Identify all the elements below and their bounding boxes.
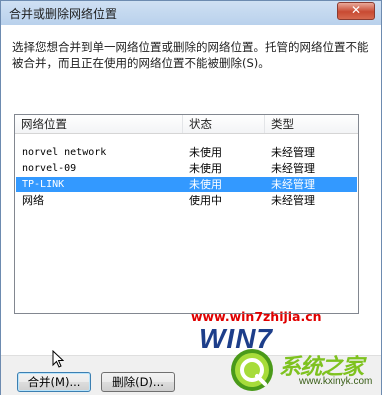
network-location-list[interactable]: 网络位置 状态 类型 norvel network 未使用 未经管理 norve… xyxy=(14,114,359,314)
location-type: 未经管理 xyxy=(271,194,315,207)
list-row-tp-link[interactable]: TP-LINK 未使用 未经管理 xyxy=(16,177,357,192)
list-row-norvel-09[interactable]: norvel-09 未使用 未经管理 xyxy=(16,161,357,176)
dialog-body: 选择您想合并到单一网络位置或删除的网络位置。托管的网络位置不能被合并，而且正在使… xyxy=(1,25,381,395)
location-name: norvel network xyxy=(22,147,107,158)
location-status: 未使用 xyxy=(189,162,222,175)
close-button[interactable]: ✕ xyxy=(337,2,375,20)
location-type: 未经管理 xyxy=(271,178,315,191)
mouse-pointer-icon xyxy=(52,350,64,368)
location-type: 未经管理 xyxy=(271,146,315,159)
watermark-url: www.win7zhijia.cn xyxy=(191,309,322,324)
location-status: 未使用 xyxy=(189,146,222,159)
location-status: 使用中 xyxy=(189,194,222,207)
instruction-text: 选择您想合并到单一网络位置或删除的网络位置。托管的网络位置不能被合并，而且正在使… xyxy=(12,40,369,70)
title-bar[interactable]: 合并或删除网络位置 ✕ xyxy=(1,1,381,25)
list-row-network[interactable]: 网络 使用中 未经管理 xyxy=(16,193,357,208)
column-header-status[interactable]: 状态 xyxy=(183,115,265,133)
dialog-window: 合并或删除网络位置 ✕ 选择您想合并到单一网络位置或删除的网络位置。托管的网络位… xyxy=(0,0,382,395)
watermark-logo-icon xyxy=(231,349,273,391)
watermark-site-url: www.kxinyk.com xyxy=(299,376,373,387)
location-name: norvel-09 xyxy=(22,163,77,174)
column-header-location[interactable]: 网络位置 xyxy=(15,115,183,133)
merge-button[interactable]: 合并(M)... xyxy=(17,372,91,392)
location-status: 未使用 xyxy=(189,178,222,191)
location-type: 未经管理 xyxy=(271,162,315,175)
location-name: TP-LINK xyxy=(22,179,65,190)
close-icon: ✕ xyxy=(350,3,362,17)
window-title: 合并或删除网络位置 xyxy=(9,7,118,21)
list-header: 网络位置 状态 类型 xyxy=(15,115,358,134)
delete-button[interactable]: 删除(D)... xyxy=(101,372,175,392)
column-header-type[interactable]: 类型 xyxy=(265,115,358,133)
list-row-norvel-network[interactable]: norvel network 未使用 未经管理 xyxy=(16,145,357,160)
location-name: 网络 xyxy=(22,194,44,207)
